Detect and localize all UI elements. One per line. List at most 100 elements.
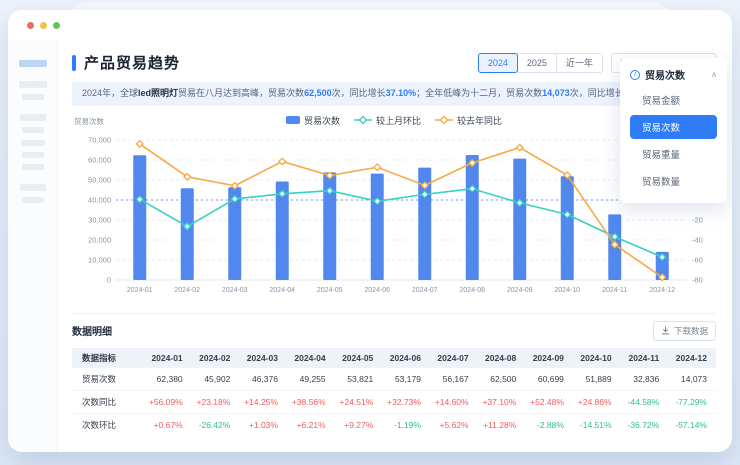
sidebar-nav-item-active[interactable] xyxy=(18,60,47,67)
year-filter-button[interactable]: 近一年 xyxy=(555,52,603,73)
summary-segment: 37.10% xyxy=(385,88,417,98)
window-titlebar xyxy=(8,10,732,40)
dropdown-option-selected[interactable]: 贸易次数 xyxy=(630,115,717,139)
table-row: 次数同比 +56.09% +23.18% +14.25% +38.56% +24.51% +… xyxy=(72,390,716,414)
dropdown-option-item[interactable]: 贸易金额 xyxy=(630,88,717,112)
table-cell: -36.72% xyxy=(627,420,660,431)
table-header-cell: 2024-07 xyxy=(429,347,478,368)
svg-text:-60: -60 xyxy=(692,255,703,264)
table-row: 次数环比 +0.67% -26.42% +1.03% +6.21% +9.27% -1.19… xyxy=(72,414,716,437)
legend-bar-marker xyxy=(285,116,300,124)
table-header-cell: 2024-05 xyxy=(334,347,383,368)
bar-series xyxy=(133,154,669,280)
table-cell: -57.14% xyxy=(675,420,707,431)
table-cell: +38.56% xyxy=(286,390,335,414)
table-cell: +9.27% xyxy=(344,420,374,431)
svg-text:20,000: 20,000 xyxy=(88,235,111,244)
x-axis-label: 2024-03 xyxy=(222,287,248,294)
year-button-group: 2024 2025 近一年 xyxy=(477,52,603,73)
legend-line-marker xyxy=(435,115,454,125)
legend-item[interactable]: 较去年同比 xyxy=(435,114,502,127)
legend-item[interactable]: 贸易次数 xyxy=(285,114,340,127)
summary-segment: 贸易在八月达到高峰，贸易次数 xyxy=(178,88,305,98)
table-cell: 32,836 xyxy=(620,367,669,391)
table-header-cell: 2024-08 xyxy=(477,347,526,368)
dropdown-option-item[interactable]: 贸易数量 xyxy=(630,169,717,193)
table-cell: 53,821 xyxy=(334,367,383,391)
table-cell: 62,500 xyxy=(477,367,526,391)
table-cell: 53,179 xyxy=(382,367,430,391)
sidebar-nav-item[interactable] xyxy=(21,197,44,203)
svg-text:40,000: 40,000 xyxy=(88,195,111,204)
table-cell: -26.42% xyxy=(198,420,231,431)
table-cell: 46,376 xyxy=(239,367,287,391)
table-cell: 14,073 xyxy=(668,367,716,391)
sidebar-nav-item[interactable] xyxy=(21,127,44,133)
sidebar-nav-item[interactable] xyxy=(18,81,47,88)
table-header-cell: 2024-04 xyxy=(286,347,335,368)
table-cell: +52.48% xyxy=(525,390,573,414)
download-data-button[interactable]: 下载数据 xyxy=(652,320,716,341)
svg-text:60,000: 60,000 xyxy=(88,155,111,164)
svg-text:-40: -40 xyxy=(692,235,703,244)
table-cell: -2.88% xyxy=(536,420,564,431)
legend-label: 较去年同比 xyxy=(457,115,503,126)
x-axis-label: 2024-08 xyxy=(459,287,485,294)
table-cell: +5.62% xyxy=(439,420,469,431)
bar xyxy=(560,175,574,280)
svg-text:-80: -80 xyxy=(692,275,703,284)
window-control-close[interactable] xyxy=(27,21,34,29)
sidebar xyxy=(8,40,58,452)
table-header-cell: 2024-02 xyxy=(191,347,240,368)
table-header-cell: 2024-12 xyxy=(668,347,716,368)
window-control-minimize[interactable] xyxy=(40,21,47,29)
table-cell: 56,167 xyxy=(429,367,478,391)
table-row: 贸易次数 62,380 45,902 46,376 49,255 53,821 53,179… xyxy=(72,367,716,391)
summary-segment: 2024年，全球 xyxy=(82,88,139,98)
table-cell: +56.09% xyxy=(144,390,192,414)
data-detail-table: 数据指标 2024-01 2024-02 2024-03 2024-04 2024-05 2… xyxy=(72,347,716,437)
chevron-up-icon[interactable]: ∧ xyxy=(711,70,717,79)
year-filter-button[interactable]: 2025 xyxy=(516,52,557,73)
page-title: 产品贸易趋势 xyxy=(84,55,181,72)
bar xyxy=(513,158,527,280)
chart-legend: 贸易次数 较上月环比 较去年同比 xyxy=(285,114,502,127)
info-icon: i xyxy=(630,69,640,80)
sidebar-nav-item[interactable] xyxy=(19,184,46,191)
legend-label: 贸易次数 xyxy=(303,115,340,126)
sidebar-nav-item[interactable] xyxy=(21,94,44,100)
sidebar-nav-item[interactable] xyxy=(21,164,44,170)
sidebar-nav-item[interactable] xyxy=(20,140,45,146)
dropdown-option-item[interactable]: 贸易重量 xyxy=(630,142,717,166)
table-header-cell: 2024-01 xyxy=(144,347,192,368)
app-window: 产品贸易趋势 20242025近一年 2024-01 → 2024-12 202… xyxy=(8,10,732,452)
sidebar-nav-item[interactable] xyxy=(19,114,46,121)
table-cell: 45,902 xyxy=(191,367,240,391)
table-cell: -44.58% xyxy=(620,390,669,414)
window-control-maximize[interactable] xyxy=(53,21,60,29)
table-header-cell: 2024-09 xyxy=(525,347,573,368)
x-axis-label: 2024-06 xyxy=(364,287,390,294)
table-cell: +24.51% xyxy=(334,390,383,414)
legend-label: 较上月环比 xyxy=(375,115,422,126)
table-cell: +6.21% xyxy=(296,420,326,431)
left-axis-title: 贸易次数 xyxy=(74,116,104,126)
svg-text:-20: -20 xyxy=(692,215,703,224)
dropdown-options: 贸易金额贸易次数贸易重量贸易数量 xyxy=(630,88,717,193)
table-cell: 51,889 xyxy=(572,367,621,391)
x-axis-label: 2024-02 xyxy=(174,287,200,294)
x-axis-label: 2024-04 xyxy=(269,287,295,294)
summary-segment: 次，同比增长 xyxy=(331,88,386,98)
legend-item[interactable]: 较上月环比 xyxy=(353,114,422,127)
table-cell: +23.18% xyxy=(191,390,240,414)
sidebar-nav-item[interactable] xyxy=(21,152,44,158)
table-cell: -77.29% xyxy=(668,390,716,414)
x-axis-label: 2024-05 xyxy=(317,287,343,294)
table-cell: +1.03% xyxy=(248,420,278,431)
download-icon xyxy=(661,326,670,335)
table-cell: 60,699 xyxy=(525,367,573,391)
year-filter-button[interactable]: 2024 xyxy=(477,52,518,73)
section-title: 数据明细 xyxy=(72,327,112,338)
svg-text:0: 0 xyxy=(107,275,111,284)
table-header-cell: 数据指标 xyxy=(72,347,144,368)
